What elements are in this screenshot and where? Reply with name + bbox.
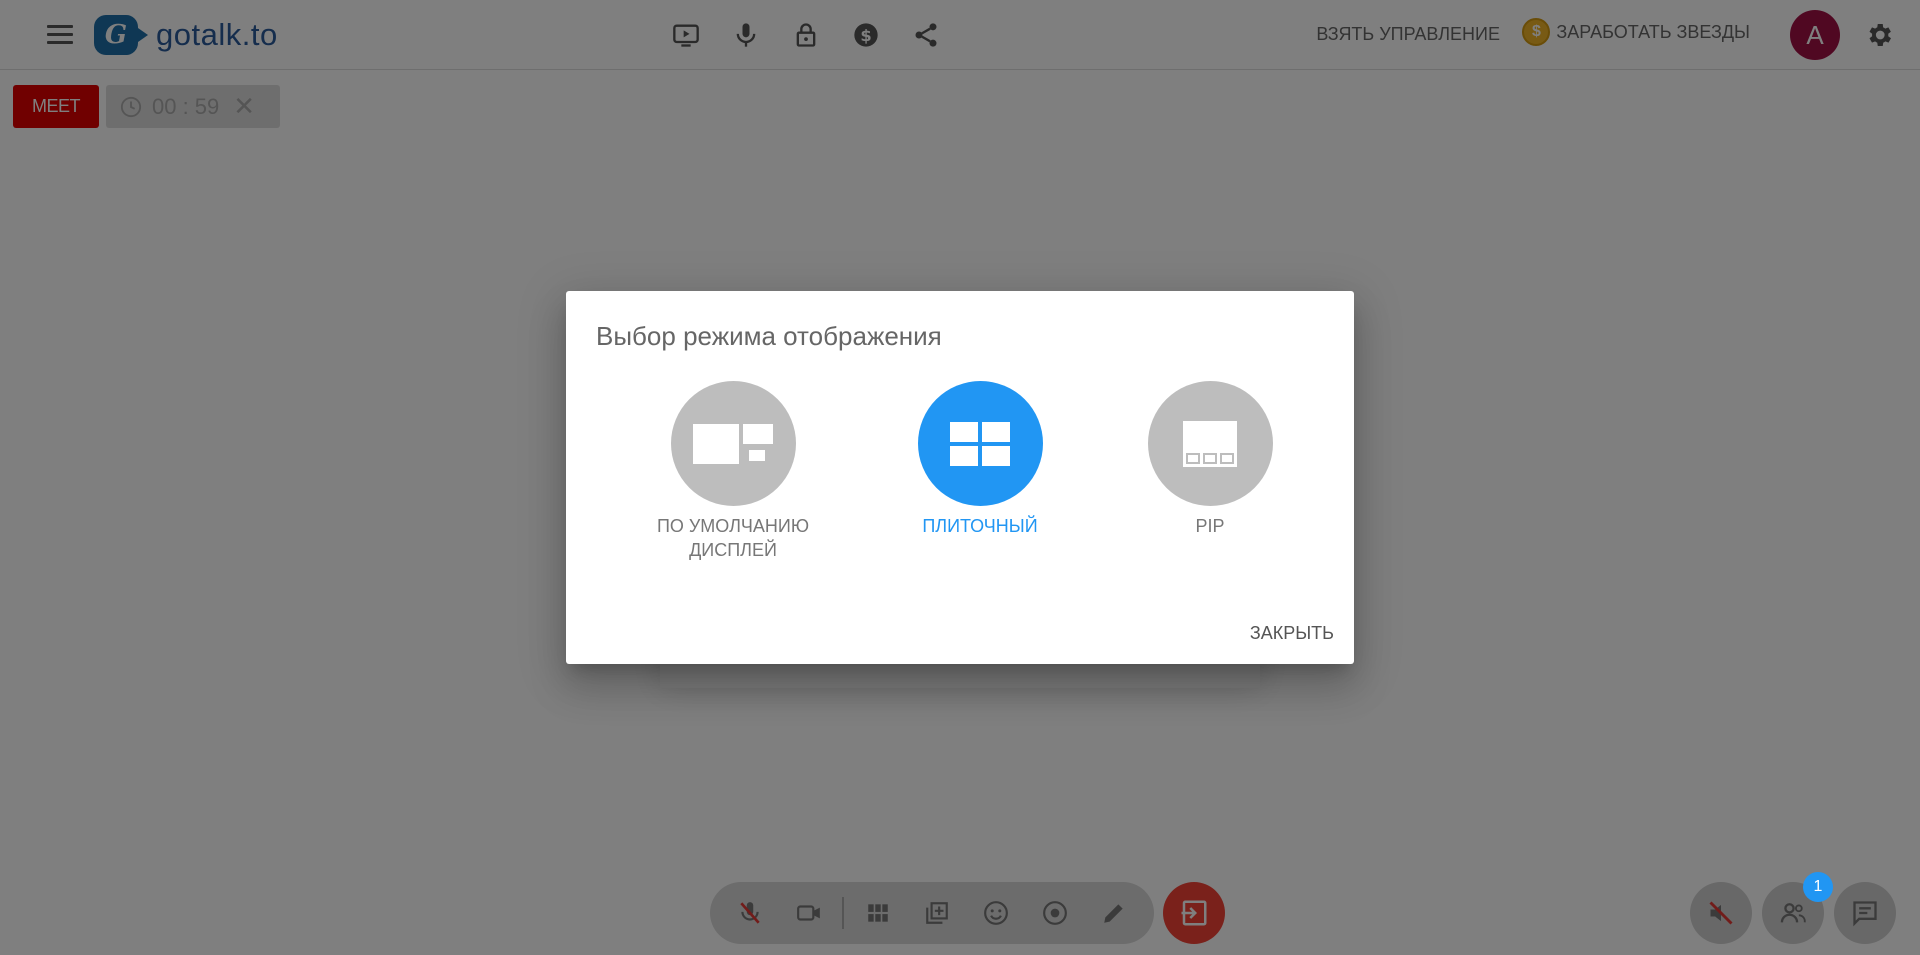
- tiles-icon: [917, 381, 1043, 506]
- pip-layout-icon: [1147, 381, 1273, 506]
- display-mode-dialog: Выбор режима отображения ПО УМОЛЧАНИЮ ДИ…: [566, 291, 1354, 664]
- close-button[interactable]: ЗАКРЫТЬ: [1250, 623, 1334, 644]
- option-label: ПО УМОЛЧАНИЮ ДИСПЛЕЙ: [656, 516, 810, 560]
- dialog-title: Выбор режима отображения: [596, 321, 942, 351]
- option-default-display[interactable]: ПО УМОЛЧАНИЮ ДИСПЛЕЙ: [633, 381, 833, 562]
- participants-count-badge: 1: [1803, 872, 1833, 902]
- option-tiled[interactable]: ПЛИТОЧНЫЙ: [880, 381, 1080, 538]
- option-pip[interactable]: PIP: [1110, 381, 1310, 538]
- default-layout-icon: [670, 381, 796, 506]
- option-label: ПЛИТОЧНЫЙ: [922, 516, 1038, 536]
- option-label: PIP: [1195, 516, 1225, 536]
